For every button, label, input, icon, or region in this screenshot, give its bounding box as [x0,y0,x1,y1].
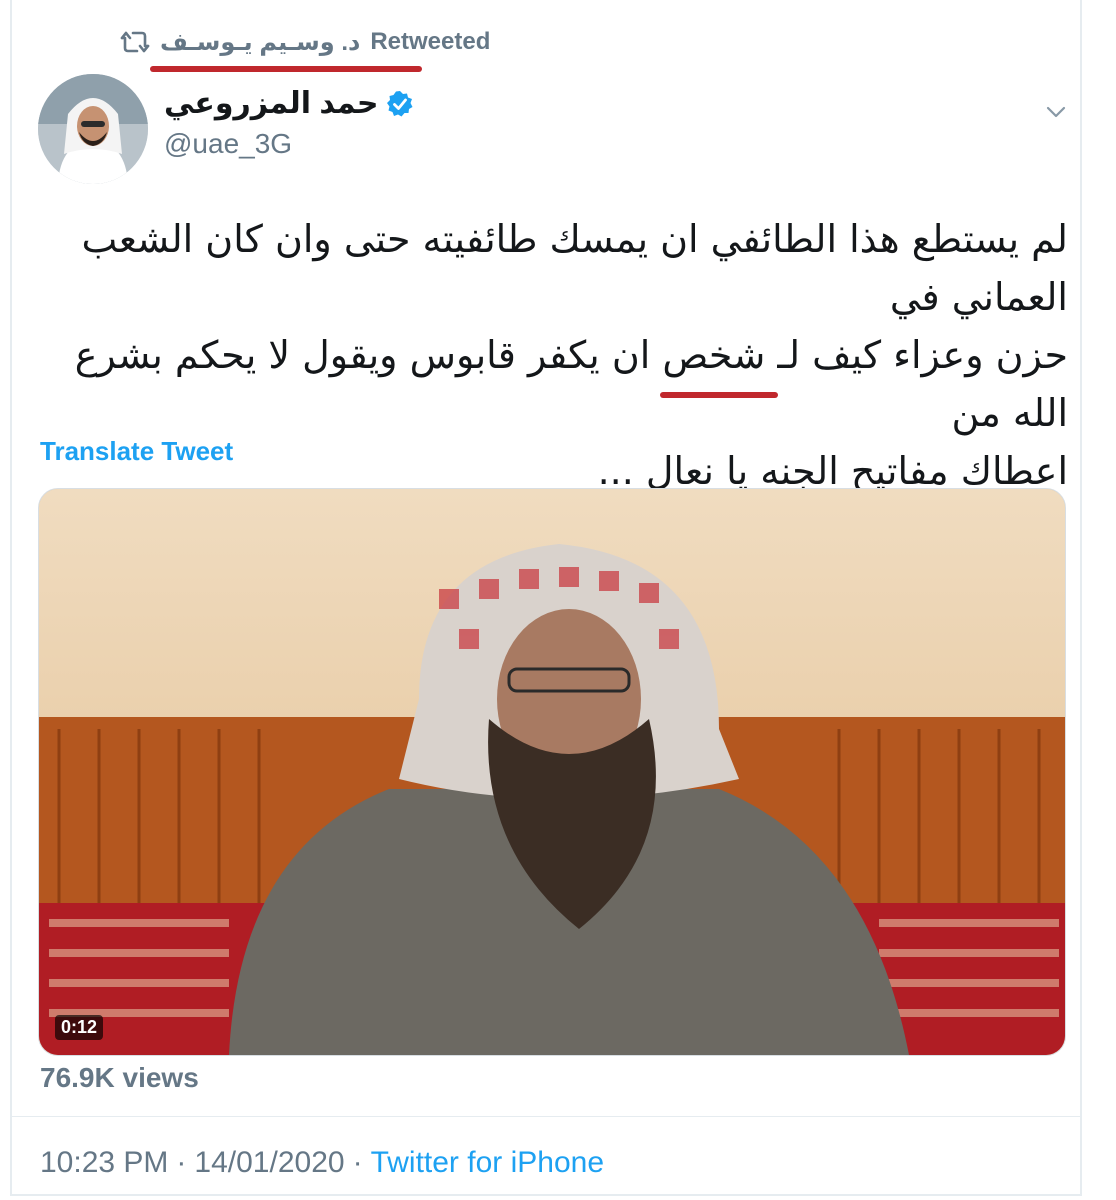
video-player[interactable]: 0:12 [38,488,1066,1056]
avatar-photo [38,74,148,184]
video-thumbnail [39,489,1065,1055]
verified-badge-icon [387,90,413,116]
tweet-text-line: لم يستطع هذا الطائفي ان يمسك طائفيته حتى… [81,217,1068,319]
retweet-icon [120,31,150,53]
tweet-time[interactable]: 10:23 PM [40,1146,168,1180]
red-annotation-underline [660,392,778,398]
red-annotation-underline [150,66,422,72]
translate-tweet-link[interactable]: Translate Tweet [40,436,233,467]
retweet-header[interactable]: د. وسـيم يـوسـف Retweeted [120,22,490,62]
tweet-date[interactable]: 14/01/2020 [194,1146,344,1180]
video-duration: 0:12 [55,1015,104,1040]
separator-dot: · [176,1146,187,1179]
chevron-down-icon[interactable] [1044,100,1068,124]
retweeted-label: Retweeted [370,28,491,55]
author-handle[interactable]: @uae_3G [164,128,292,160]
author-name-row[interactable]: حمد المزروعي [164,86,414,121]
tweet-text-line: حزن وعزاء كيف لـ شخص ان يكفر قابوس ويقول… [74,333,1068,435]
separator-dot: · [352,1146,363,1179]
view-count: 76.9K views [40,1062,199,1093]
retweeter-name[interactable]: د. وسـيم يـوسـف [160,28,360,57]
tweet-metadata: 10:23 PM · 14/01/2020 · Twitter for iPho… [40,1146,604,1180]
tweet-source-link[interactable]: Twitter for iPhone [371,1146,604,1180]
avatar[interactable] [38,74,148,184]
author-display-name[interactable]: حمد المزروعي [164,86,378,121]
divider [12,1116,1082,1117]
